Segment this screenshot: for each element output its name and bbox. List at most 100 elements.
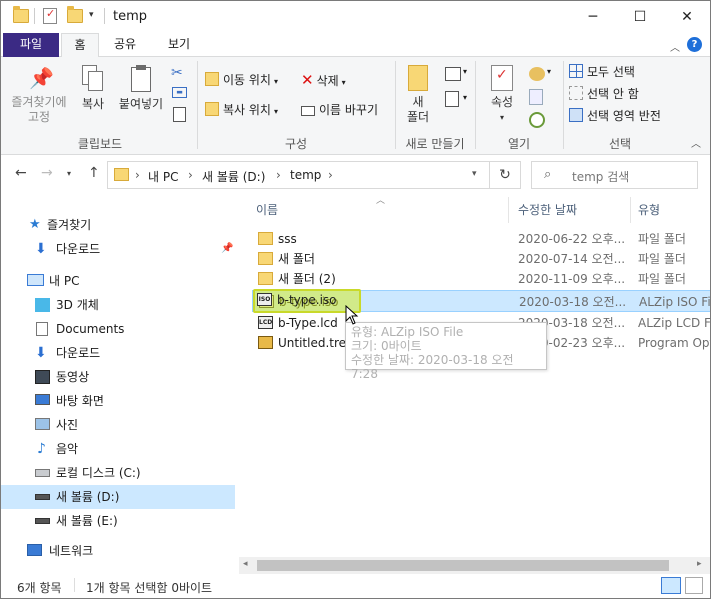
column-header-name[interactable]: 이름 — [256, 201, 278, 218]
search-box[interactable]: ⌕ temp 검색 — [531, 161, 698, 189]
nav-item-this-pc[interactable]: 내 PC — [1, 269, 235, 293]
nav-item-network[interactable]: 네트워크 — [1, 539, 235, 563]
help-icon[interactable]: ? — [687, 37, 702, 52]
easy-access-icon[interactable] — [445, 91, 459, 107]
nav-item-desktop[interactable]: 바탕 화면 — [1, 389, 235, 413]
pin-icon[interactable]: 📌 — [221, 237, 233, 261]
quick-access-dropdown-icon[interactable]: ▾ — [89, 10, 94, 20]
nav-label: 바탕 화면 — [56, 394, 104, 408]
breadcrumb-separator[interactable]: › — [328, 168, 333, 182]
copy-to-label: 복사 위치 — [223, 103, 271, 117]
dropdown-arrow-icon[interactable]: ▾ — [547, 67, 551, 76]
breadcrumb-this-pc[interactable]: 내 PC — [148, 168, 178, 185]
back-icon[interactable]: ← — [15, 165, 27, 181]
scroll-left-icon[interactable]: ◂ — [243, 559, 248, 569]
horizontal-scrollbar[interactable]: ◂ ▸ — [239, 557, 710, 574]
file-list: ︿ 이름 수정한 날짜 유형 sss 2020-06-22 오후... 파일 폴… — [237, 193, 710, 573]
scroll-right-icon[interactable]: ▸ — [697, 559, 702, 569]
new-folder-button[interactable]: 새 폴더 — [401, 65, 435, 125]
new-folder-icon[interactable] — [67, 6, 83, 23]
properties-button[interactable]: ✓ 속성 ▾ — [483, 65, 521, 125]
close-icon[interactable]: ✕ — [664, 1, 710, 33]
breadcrumb-temp[interactable]: temp — [290, 168, 321, 182]
large-icons-view-icon[interactable] — [685, 577, 703, 594]
video-icon — [35, 370, 50, 384]
tab-home[interactable]: 홈 — [61, 33, 99, 58]
star-icon: ★ — [29, 217, 41, 232]
up-icon[interactable]: ↑ — [88, 165, 100, 181]
invert-selection-button[interactable]: 선택 영역 반전 — [569, 106, 661, 126]
nav-item-volume-d[interactable]: 새 볼륨 (D:) — [1, 485, 235, 509]
delete-button[interactable]: ✕ 삭제 ▾ — [301, 70, 346, 90]
group-divider — [563, 61, 564, 149]
folder-icon — [258, 252, 273, 265]
cut-icon[interactable]: ✂ — [171, 65, 183, 81]
paste-button[interactable]: 붙여넣기 — [115, 65, 167, 112]
copy-path-icon[interactable]: ▬ — [172, 87, 187, 98]
breadcrumb-separator[interactable]: › — [276, 168, 281, 182]
details-view-icon[interactable] — [661, 577, 681, 594]
copy-label: 복사 — [81, 97, 105, 111]
nav-item-pictures[interactable]: 사진 — [1, 413, 235, 437]
nav-item-videos[interactable]: 동영상 — [1, 365, 235, 389]
highlighted-file-name[interactable]: b-type.iso — [277, 293, 337, 307]
history-icon[interactable] — [529, 112, 545, 128]
tab-file[interactable]: 파일 — [3, 33, 59, 57]
nav-item-local-disk-c[interactable]: 로컬 디스크 (C:) — [1, 461, 235, 485]
column-header-date[interactable]: 수정한 날짜 — [518, 201, 577, 218]
file-row[interactable]: 새 폴더 (2) 2020-11-09 오후... 파일 폴더 — [252, 268, 710, 290]
file-type: Program Opti — [638, 336, 710, 350]
tab-share[interactable]: 공유 — [105, 33, 145, 57]
dropdown-arrow-icon[interactable]: ▾ — [463, 93, 467, 102]
column-header-type[interactable]: 유형 — [638, 201, 660, 218]
group-divider — [475, 61, 476, 149]
file-date: 2020-06-22 오후... — [518, 232, 626, 246]
divider — [74, 578, 75, 592]
copy-to-button[interactable]: 복사 위치 ▾ — [205, 100, 278, 120]
item-count: 6개 항목 — [17, 581, 62, 595]
pin-to-quick-access-button[interactable]: 📌 즐겨찾기에 고정 — [7, 65, 71, 125]
breadcrumb-separator[interactable]: › — [135, 168, 140, 182]
nav-item-downloads-pc[interactable]: ⬇ 다운로드 — [1, 341, 235, 365]
recent-locations-icon[interactable]: ▾ — [67, 169, 71, 178]
select-none-button[interactable]: 선택 안 함 — [569, 84, 639, 104]
nav-item-volume-e[interactable]: 새 볼륨 (E:) — [1, 509, 235, 533]
column-divider[interactable] — [508, 197, 509, 223]
select-all-button[interactable]: 모두 선택 — [569, 62, 635, 82]
breadcrumb-separator[interactable]: › — [188, 168, 193, 182]
nav-item-music[interactable]: ♪ 음악 — [1, 437, 235, 461]
ribbon-collapse-icon[interactable]: ︿ — [691, 135, 701, 150]
address-bar[interactable]: › 내 PC › 새 볼륨 (D:) › temp › ▾ — [107, 161, 521, 189]
column-divider[interactable] — [630, 197, 631, 223]
nav-item-downloads[interactable]: ⬇ 다운로드 📌 — [1, 237, 235, 261]
tab-view[interactable]: 보기 — [159, 33, 199, 57]
breadcrumb-volume-d[interactable]: 새 볼륨 (D:) — [202, 168, 265, 185]
file-row[interactable]: 새 폴더 2020-07-14 오전... 파일 폴더 — [252, 248, 710, 270]
refresh-icon[interactable]: ↻ — [489, 161, 521, 189]
nav-item-quick-access[interactable]: ★ 즐겨찾기 — [1, 213, 235, 237]
copy-button[interactable]: 복사 — [75, 65, 111, 112]
file-row[interactable]: sss 2020-06-22 오후... 파일 폴더 — [252, 228, 710, 250]
move-to-button[interactable]: 이동 위치 ▾ — [205, 70, 278, 90]
open-icon[interactable] — [529, 67, 545, 81]
rename-button[interactable]: 이름 바꾸기 — [301, 100, 378, 120]
address-dropdown-icon[interactable]: ▾ — [472, 169, 477, 179]
nav-label: 즐겨찾기 — [47, 218, 92, 232]
edit-icon[interactable] — [529, 89, 543, 105]
scrollbar-thumb[interactable] — [257, 560, 669, 571]
new-item-icon[interactable] — [445, 67, 461, 81]
forward-icon[interactable]: → — [41, 165, 53, 181]
download-icon: ⬇ — [35, 345, 47, 361]
select-all-label: 모두 선택 — [587, 65, 635, 79]
dropdown-arrow-icon[interactable]: ▾ — [463, 67, 467, 76]
delete-x-icon: ✕ — [301, 71, 314, 89]
nav-item-documents[interactable]: Documents — [1, 317, 235, 341]
minimize-icon[interactable]: ─ — [570, 1, 616, 33]
search-placeholder: temp 검색 — [572, 170, 630, 184]
ribbon-collapse-icon[interactable]: ︿ — [670, 39, 680, 54]
copy-icon — [82, 65, 104, 93]
nav-item-3d-objects[interactable]: 3D 개체 — [1, 293, 235, 317]
paste-shortcut-icon[interactable] — [173, 107, 186, 122]
properties-check-icon[interactable]: ✓ — [43, 7, 57, 24]
maximize-icon[interactable]: ☐ — [617, 1, 663, 33]
